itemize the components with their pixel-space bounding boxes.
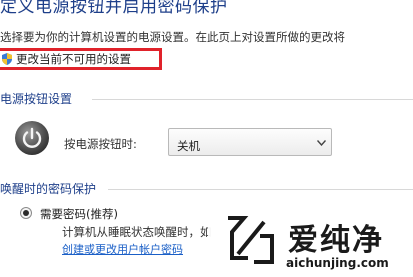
power-button-label: 按电源按钮时: [64, 137, 137, 151]
watermark-name: 爱纯净 [288, 223, 384, 258]
watermark: 爱纯净 aichunjing.com [208, 207, 413, 277]
change-settings-link[interactable]: 更改当前不可用的设置 [2, 51, 131, 67]
shield-icon [2, 53, 12, 65]
watermark-logo-icon [228, 216, 274, 264]
require-password-label[interactable]: 需要密码(推荐) [40, 206, 118, 222]
password-section-heading: 唤醒时的密码保护 [0, 182, 97, 196]
power-button-section-heading: 电源按钮设置 [0, 92, 73, 106]
section-divider [108, 189, 413, 190]
watermark-url: aichunjing.com [286, 256, 389, 270]
create-password-link[interactable]: 创建或更改用户帐户密码 [62, 241, 183, 257]
change-settings-label: 更改当前不可用的设置 [16, 52, 131, 66]
page-title: 定义电源按钮并启用密码保护 [0, 0, 228, 17]
power-icon [15, 121, 49, 155]
intro-text: 选择要为你的计算机设置的电源设置。在此页上对设置所做的更改将 [0, 30, 345, 44]
chevron-down-icon [317, 140, 326, 146]
power-button-action-select[interactable]: 关机 [168, 128, 332, 156]
section-divider [92, 99, 413, 100]
require-password-radio[interactable] [20, 207, 32, 219]
select-value: 关机 [177, 139, 200, 153]
require-password-description: 计算机从睡眠状态唤醒时，如 [62, 225, 212, 239]
